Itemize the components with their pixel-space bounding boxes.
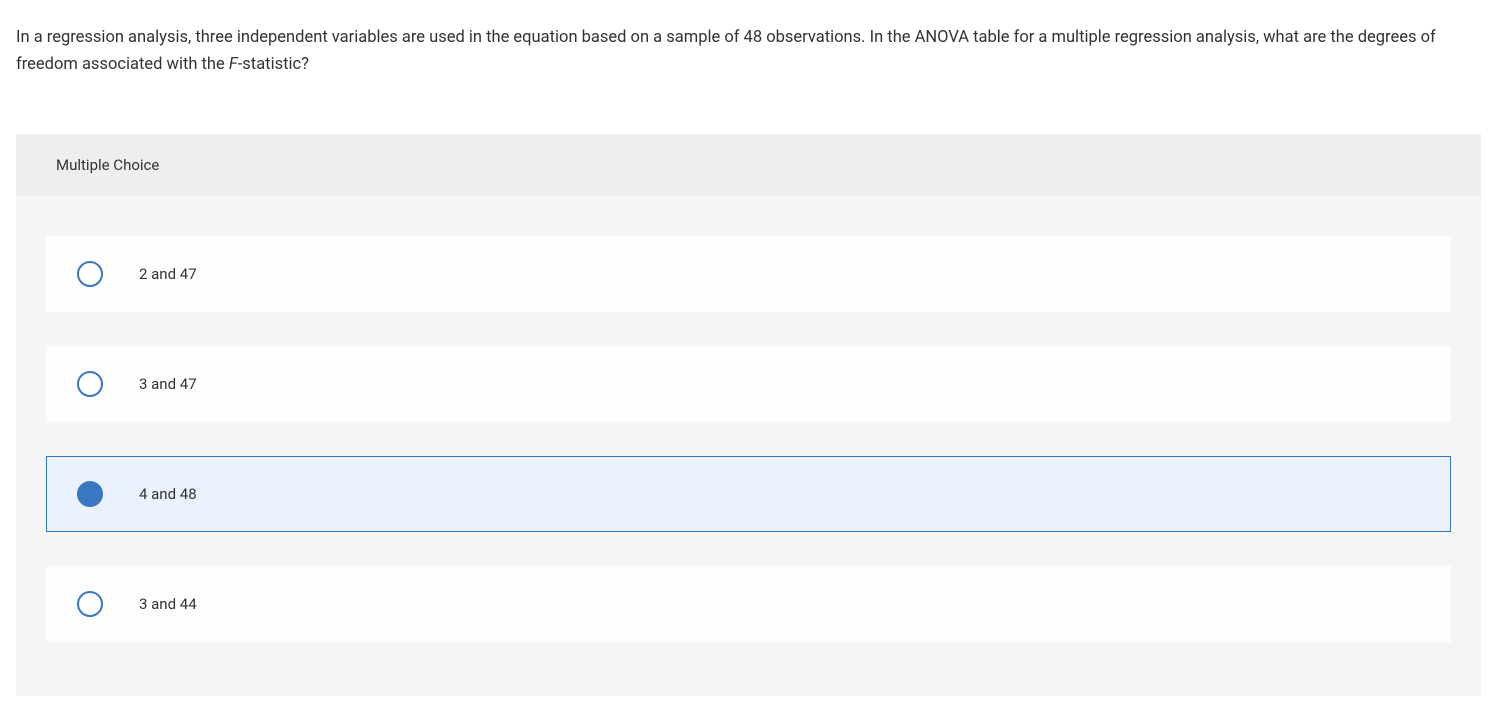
option-row-3[interactable]: 3 and 44 [46, 566, 1451, 642]
radio-icon [77, 591, 103, 617]
option-row-2[interactable]: 4 and 48 [46, 456, 1451, 532]
option-label: 2 and 47 [139, 265, 197, 283]
option-label: 4 and 48 [139, 485, 197, 503]
question-text: In a regression analysis, three independ… [0, 0, 1497, 94]
radio-icon [77, 481, 103, 507]
option-label: 3 and 44 [139, 595, 197, 613]
radio-icon [77, 261, 103, 287]
options-area: 2 and 47 3 and 47 4 and 48 3 and 44 [16, 196, 1481, 696]
radio-icon [77, 371, 103, 397]
option-row-1[interactable]: 3 and 47 [46, 346, 1451, 422]
answer-section: Multiple Choice 2 and 47 3 and 47 4 and … [16, 134, 1481, 696]
section-label: Multiple Choice [56, 156, 159, 174]
option-label: 3 and 47 [139, 375, 197, 393]
section-header: Multiple Choice [16, 134, 1481, 196]
question-italic: F [229, 55, 238, 74]
option-row-0[interactable]: 2 and 47 [46, 236, 1451, 312]
question-part2: -statistic? [238, 55, 309, 74]
